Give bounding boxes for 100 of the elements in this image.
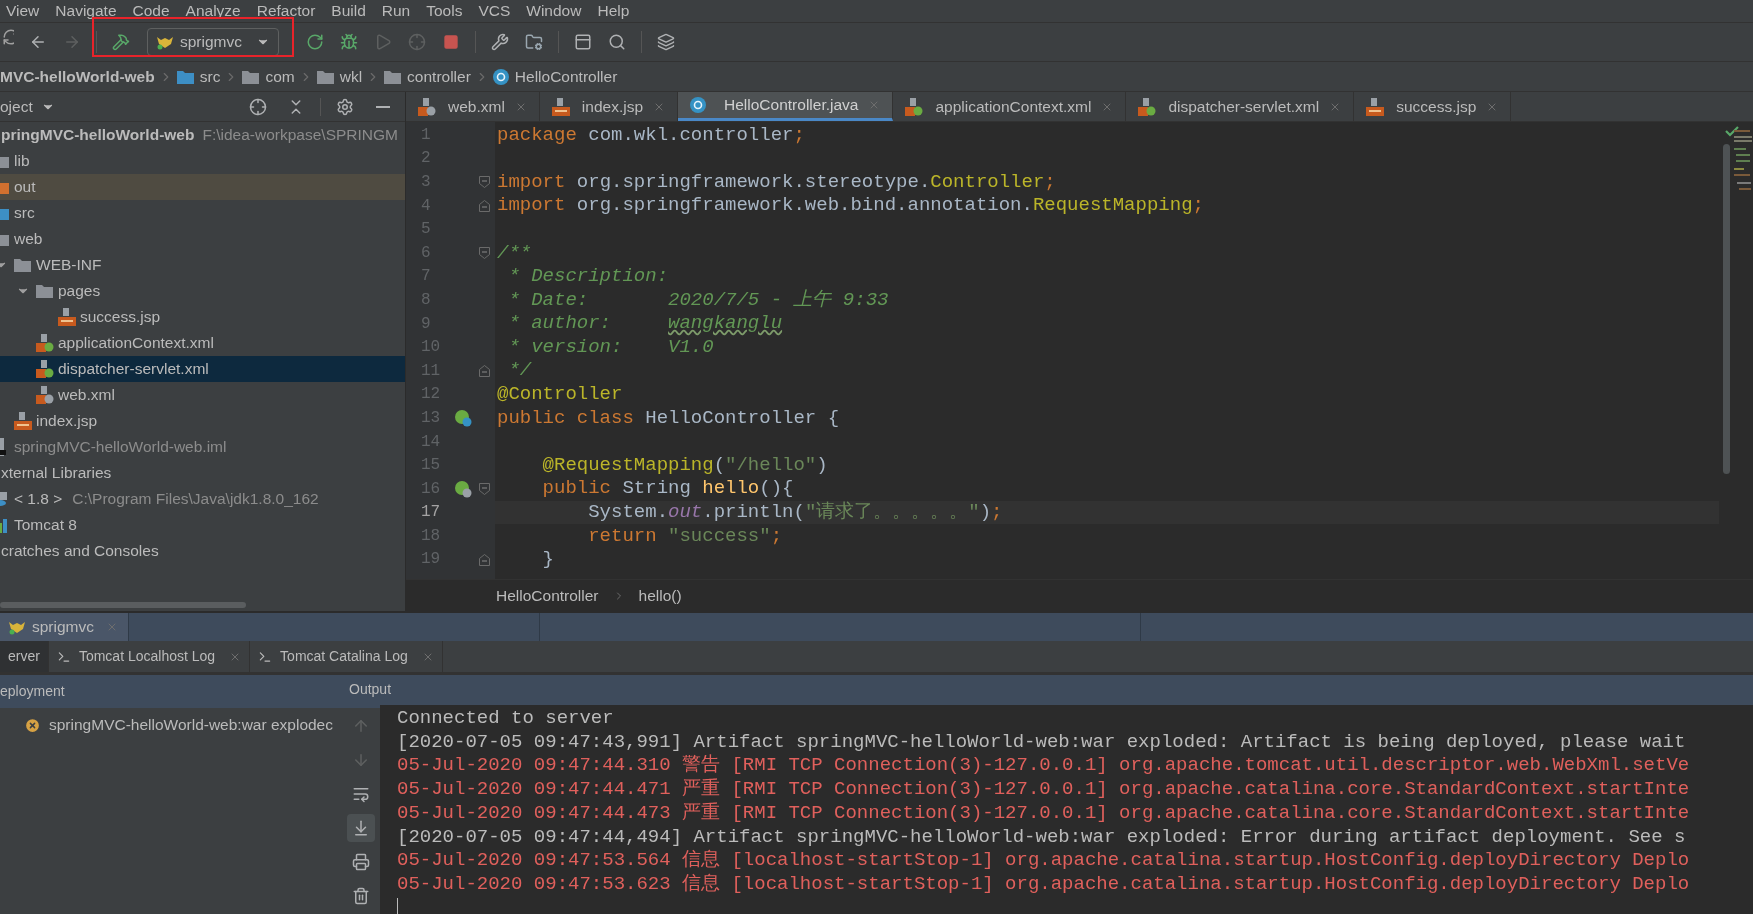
code-line: * author: wangkanglu (507, 311, 783, 337)
code-line: package com.wkl.controller; (497, 122, 805, 148)
check-icon (1725, 126, 1739, 137)
log-tab[interactable]: erver (0, 641, 49, 672)
folder-icon (14, 258, 31, 272)
code-line: * Description: (507, 264, 669, 290)
tree-item[interactable]: applicationContext.xml (0, 330, 405, 356)
menu-item[interactable]: View (6, 0, 40, 23)
tree-item[interactable]: cratches and Consoles (0, 538, 405, 564)
menu-item[interactable]: VCS (478, 0, 511, 23)
breadcrumb-item[interactable]: src (199, 64, 221, 89)
breadcrumb-item[interactable]: HelloController (514, 64, 618, 89)
web-xml-file-icon (35, 386, 54, 404)
fold-icon[interactable] (479, 176, 490, 189)
horizontal-scrollbar[interactable] (0, 602, 246, 608)
jsp-file-icon (551, 97, 570, 116)
debug-icon (340, 33, 358, 51)
vertical-scrollbar[interactable] (1723, 144, 1730, 474)
console-line: [2020-07-05 09:47:43,991] Artifact springMVC-helloWorld-web:war exploded: Artifact is being deployed, please wait (397, 729, 1686, 754)
fold-icon[interactable] (479, 246, 490, 259)
menu-item[interactable]: Run (381, 0, 411, 23)
code-line: @RequestMapping("/hello") (541, 452, 828, 478)
tree-label: success.jsp (80, 307, 161, 328)
settings-icon (336, 97, 354, 116)
tree-path: C:\Program Files\Java\jdk1.8.0_162 (72, 489, 319, 510)
run-tab[interactable]: sprigmvc (0, 613, 129, 641)
menu-item[interactable]: Refactor (256, 0, 316, 23)
project-view-dropdown[interactable]: oject (0, 94, 55, 119)
tree-item[interactable]: success.jsp (0, 304, 405, 330)
tree-item[interactable]: xternal Libraries (0, 460, 405, 486)
console-line: 05-Jul-2020 09:47:44.473 严重 [RMI TCP Connection(3)-127.0.0.1] org.apache.catalina.core.StandardContext.startInte (397, 800, 1690, 826)
breadcrumb-item[interactable]: HelloController (496, 583, 599, 608)
code-line: */ (507, 358, 532, 384)
fold-icon[interactable] (479, 199, 490, 212)
breadcrumb-item[interactable]: com (265, 64, 295, 89)
folder-icon (384, 69, 402, 84)
code-line: /** (497, 240, 532, 266)
editor-tab[interactable]: applicationContext.xml (893, 92, 1127, 121)
web-xml-file-icon (418, 97, 436, 116)
breadcrumb-item[interactable]: hello() (638, 583, 682, 608)
tree-label: out (14, 177, 36, 198)
run-config-dropdown[interactable]: sprigmvc (147, 28, 279, 56)
code-line: public class HelloController { (497, 405, 840, 431)
tree-item[interactable]: pages (0, 278, 405, 304)
menu-item[interactable]: Build (331, 0, 366, 23)
tree-item[interactable]: web (0, 226, 405, 252)
tree-item[interactable]: pringMVC-helloWorld-web F:\idea-workpase\SPRINGM (0, 122, 405, 148)
class-icon (492, 68, 509, 85)
fold-icon[interactable] (479, 482, 490, 495)
tree-item[interactable]: dispatcher-servlet.xml (0, 356, 405, 382)
print-icon (351, 853, 370, 871)
menu-item[interactable]: Navigate (55, 0, 117, 23)
jsp-file-icon (13, 412, 32, 430)
tree-item[interactable]: < 1.8 > C:\Program Files\Java\jdk1.8.0_162 (0, 486, 405, 512)
code-line: public String hello(){ (541, 476, 794, 502)
editor-tab[interactable]: index.jsp (539, 92, 679, 121)
console-icon (258, 649, 273, 664)
build-icon (112, 33, 130, 51)
tree-item[interactable]: src (0, 200, 405, 226)
console-line: 05-Jul-2020 09:47:53.623 信息 [localhost-startStop-1] org.apache.catalina.startup.HostConfig.deployDirectory Deplo (397, 871, 1690, 897)
editor-tab[interactable]: success.jsp (1354, 92, 1512, 121)
breadcrumb-item[interactable]: wkl (339, 64, 363, 89)
tree-label: xternal Libraries (1, 463, 112, 484)
tree-item[interactable]: out (0, 174, 405, 200)
forward-icon (63, 33, 81, 51)
breadcrumb-item[interactable]: MVC-helloWorld-web (0, 64, 155, 89)
editor-tab[interactable]: HelloController.java (678, 92, 894, 121)
editor-tab[interactable]: dispatcher-servlet.xml (1126, 92, 1355, 121)
deployment-item[interactable]: springMVC-helloWorld-web:war explodec (0, 712, 341, 738)
tree-label: src (14, 203, 35, 224)
tree-label: index.jsp (36, 411, 98, 432)
menu-item[interactable]: Code (132, 0, 170, 23)
locate-icon (249, 97, 267, 116)
code-line: * Date: 2020/7/5 - 上午 9:33 (507, 287, 889, 313)
fold-icon[interactable] (479, 553, 490, 566)
scroll-to-end-button[interactable] (346, 814, 375, 842)
tree-item[interactable]: index.jsp (0, 408, 405, 434)
tree-item[interactable]: lib (0, 148, 405, 174)
tree-label: < 1.8 > (14, 489, 63, 510)
code-line: } (541, 547, 554, 573)
bean-icon[interactable] (454, 408, 472, 427)
spring-xml-file-icon (35, 334, 54, 352)
folder-icon (316, 69, 334, 84)
menu-item[interactable]: Help (597, 0, 630, 23)
console-icon (56, 649, 71, 664)
editor-tab[interactable]: web.xml (406, 92, 540, 121)
menu-item[interactable]: Tools (426, 0, 463, 23)
rerun-icon (306, 33, 324, 51)
menu-item[interactable]: Analyze (185, 0, 241, 23)
bean-icon[interactable] (454, 479, 472, 498)
tree-label: Tomcat 8 (14, 515, 77, 536)
fold-icon[interactable] (479, 364, 490, 377)
tree-item[interactable]: Tomcat 8 (0, 512, 405, 538)
tree-item[interactable]: springMVC-helloWorld-web.iml (0, 434, 405, 460)
menu-item[interactable]: Window (526, 0, 582, 23)
tree-item[interactable]: WEB-INF (0, 252, 405, 278)
breadcrumb-item[interactable]: controller (407, 64, 471, 89)
tree-item[interactable]: web.xml (0, 382, 405, 408)
code-line: System.out.println("请求了。。。。。"); (587, 500, 1003, 526)
close-icon[interactable] (106, 621, 118, 633)
